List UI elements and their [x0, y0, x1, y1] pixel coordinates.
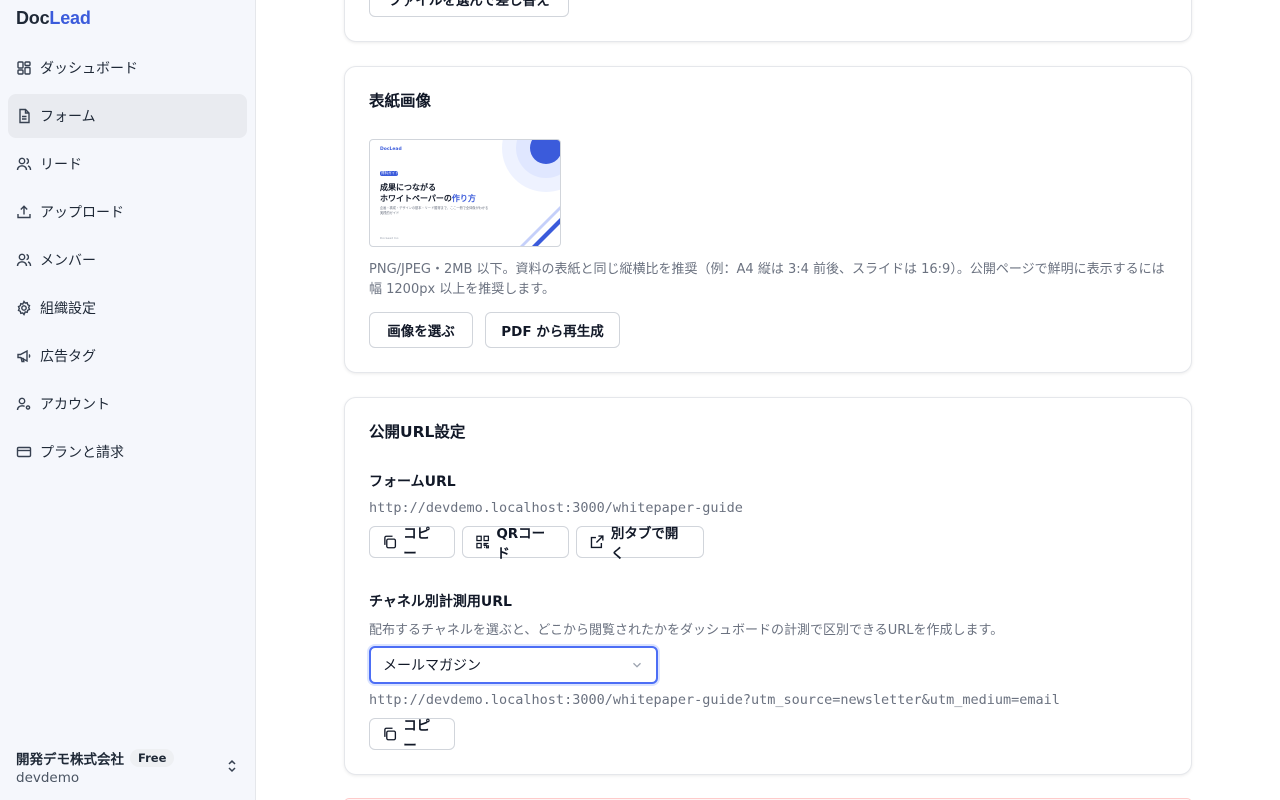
channel-select[interactable]: メールマガジン	[369, 646, 658, 684]
cover-image-title: 表紙画像	[369, 92, 432, 110]
sidebar-item-label: 組織設定	[40, 301, 96, 317]
open-new-tab-button[interactable]: 別タブで開く	[576, 526, 704, 562]
replace-file-button[interactable]: ファイルを選んで差し替え	[369, 0, 569, 17]
file-card: ファイルを選んで差し替え	[344, 0, 1192, 42]
org-slug: devdemo	[16, 770, 80, 786]
thumb-tag: 資料ガイド	[381, 171, 399, 175]
dashboard-icon	[16, 60, 32, 76]
sidebar-item-members[interactable]: メンバー	[8, 238, 247, 282]
thumb-brand: DocLead	[380, 147, 402, 152]
gear-icon	[16, 300, 32, 316]
chevrons-up-down-icon	[228, 759, 236, 773]
channel-help-text: 配布するチャネルを選ぶと、どこから閲覧されたかをダッシュボードの計測で区別できる…	[369, 623, 1004, 638]
regenerate-from-pdf-button[interactable]: PDF から再生成	[485, 312, 620, 348]
sidebar-item-label: 広告タグ	[40, 349, 96, 365]
qr-code-button[interactable]: QRコード	[462, 526, 569, 562]
org-name: 開発デモ株式会社	[16, 752, 124, 768]
sidebar-item-label: ダッシュボード	[40, 61, 138, 77]
sidebar-item-org-settings[interactable]: 組織設定	[8, 286, 247, 330]
sidebar-item-label: メンバー	[40, 253, 96, 269]
qr-code-icon	[476, 535, 490, 549]
sidebar-nav: ダッシュボード フォーム リード アップロード メンバー 組織設定 広告タグ ア…	[8, 46, 247, 478]
sidebar-item-label: プランと請求	[40, 445, 124, 461]
thumb-line2: ホワイトペーパーの	[380, 194, 452, 203]
sidebar-item-label: リード	[40, 157, 82, 173]
choose-image-button[interactable]: 画像を選ぶ	[369, 312, 473, 348]
sidebar-item-account[interactable]: アカウント	[8, 382, 247, 426]
thumb-line1: 成果につながる	[380, 183, 436, 192]
sidebar-item-upload[interactable]: アップロード	[8, 190, 247, 234]
sidebar-item-ad-tags[interactable]: 広告タグ	[8, 334, 247, 378]
members-icon	[16, 252, 32, 268]
plan-badge: Free	[130, 749, 175, 767]
org-switcher[interactable]: 開発デモ株式会社 Free devdemo	[16, 748, 240, 786]
users-icon	[16, 156, 32, 172]
copy-url-button[interactable]: コピー	[369, 526, 455, 562]
upload-icon	[16, 204, 32, 220]
sidebar-item-label: アップロード	[40, 205, 124, 221]
copy-icon	[384, 535, 397, 549]
form-url-value: http://devdemo.localhost:3000/whitepaper…	[369, 500, 743, 516]
channel-url-label: チャネル別計測用URL	[369, 594, 512, 610]
external-link-icon	[590, 535, 604, 549]
thumb-sub2: 実践的ガイド	[380, 211, 400, 215]
sidebar-item-leads[interactable]: リード	[8, 142, 247, 186]
form-url-label: フォームURL	[369, 474, 456, 490]
sidebar-item-label: アカウント	[40, 397, 110, 413]
sidebar-item-billing[interactable]: プランと請求	[8, 430, 247, 474]
copy-icon	[384, 727, 397, 741]
cover-thumbnail: DocLead 資料ガイド 成果につながる ホワイトペーパーの作り方 企画・構成…	[369, 139, 561, 247]
copy-channel-url-button[interactable]: コピー	[369, 718, 455, 754]
sidebar-item-dashboard[interactable]: ダッシュボード	[8, 46, 247, 90]
cover-help-text: PNG/JPEG・2MB 以下。資料の表紙と同じ縦横比を推奨（例：A4 縦は 3…	[369, 262, 1165, 297]
app-logo[interactable]: DocLead	[16, 8, 91, 29]
sidebar-item-forms[interactable]: フォーム	[8, 94, 247, 138]
cover-image-card: 表紙画像 DocLead 資料ガイド 成果につながる ホワイトペーパーの作り方 …	[344, 66, 1192, 373]
public-url-title: 公開URL設定	[369, 423, 466, 441]
sidebar-item-label: フォーム	[40, 109, 96, 125]
public-url-card: 公開URL設定 フォームURL http://devdemo.localhost…	[344, 397, 1192, 775]
channel-select-value: メールマガジン	[383, 658, 481, 674]
thumb-line2-accent: 作り方	[451, 194, 476, 203]
account-icon	[16, 396, 32, 412]
channel-url-value: http://devdemo.localhost:3000/whitepaper…	[369, 692, 1060, 708]
credit-card-icon	[16, 444, 32, 460]
megaphone-icon	[16, 348, 32, 364]
sidebar: DocLead ダッシュボード フォーム リード アップロード メンバー 組織設…	[0, 0, 256, 800]
form-icon	[16, 108, 32, 124]
chevron-down-icon	[633, 662, 641, 668]
thumb-footer: DocLead Inc.	[380, 236, 400, 240]
